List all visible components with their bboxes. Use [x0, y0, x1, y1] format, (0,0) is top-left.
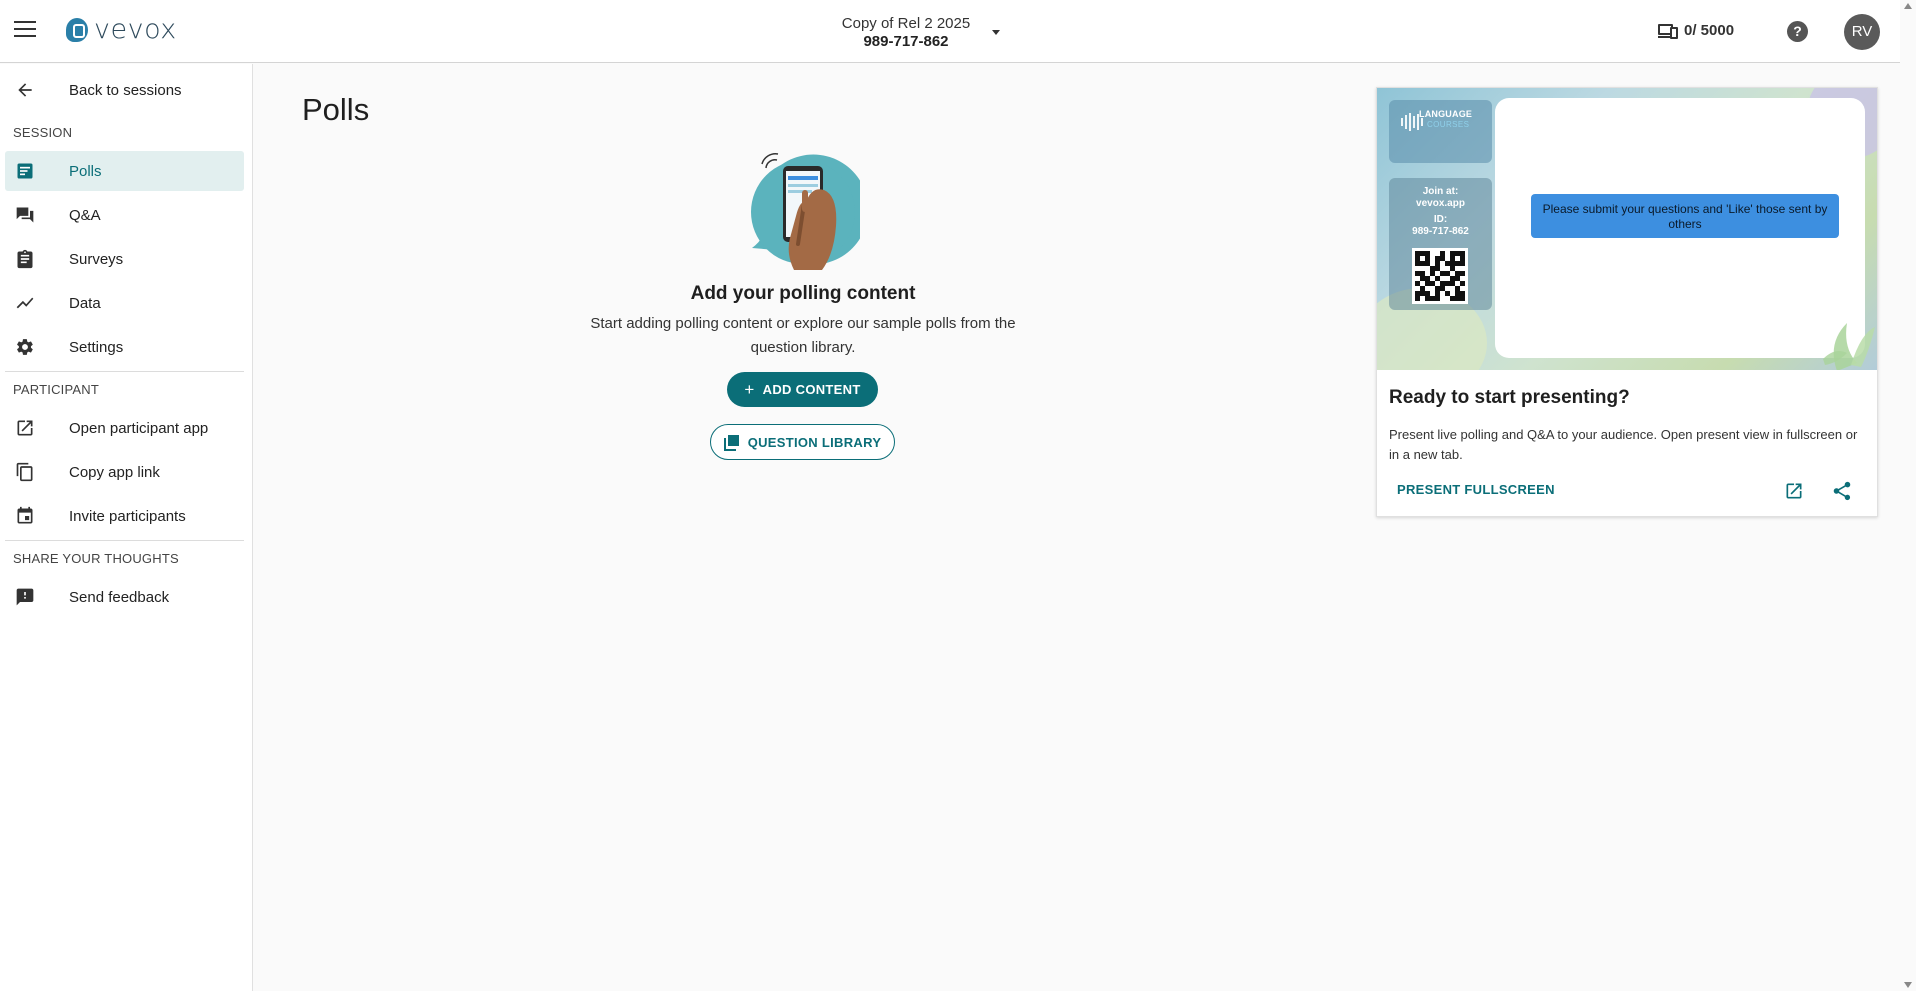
scroll-down-arrow-icon[interactable] — [1904, 982, 1912, 988]
sidebar: Back to sessions SESSION Polls Q&A Surve… — [0, 64, 253, 991]
sidebar-item-label: Send feedback — [69, 588, 170, 606]
sidebar-item-label: Invite participants — [69, 507, 186, 525]
brand-title: LANGUAGE — [1419, 109, 1473, 119]
sidebar-divider — [5, 540, 244, 541]
open-new-tab-icon[interactable] — [1784, 481, 1804, 501]
sidebar-item-copy-app-link[interactable]: Copy app link — [5, 452, 244, 492]
session-code: 989-717-862 — [863, 33, 949, 50]
sidebar-item-data[interactable]: Data — [5, 283, 244, 323]
join-id-value: 989-717-862 — [1412, 226, 1469, 237]
session-name: Copy of Rel 2 2025 — [841, 15, 971, 32]
page-scrollbar[interactable] — [1900, 0, 1916, 991]
add-content-label: ADD CONTENT — [762, 382, 861, 397]
copy-icon — [16, 462, 33, 482]
question-library-label: QUESTION LIBRARY — [747, 434, 882, 450]
user-avatar[interactable]: RV — [1844, 14, 1880, 50]
sidebar-item-surveys[interactable]: Surveys — [5, 239, 244, 279]
sidebar-item-invite-participants[interactable]: Invite participants — [5, 496, 244, 536]
sidebar-item-settings[interactable]: Settings — [5, 327, 244, 367]
back-to-sessions-link[interactable]: Back to sessions — [5, 70, 244, 110]
sidebar-item-label: Data — [69, 294, 101, 312]
session-section-label: SESSION — [13, 125, 73, 140]
participant-count-value: 0/ 5000 — [1684, 22, 1735, 39]
gear-icon — [17, 339, 33, 355]
top-bar: vevox Copy of Rel 2 2025 989-717-862 0/ … — [0, 0, 1900, 63]
sidebar-item-qa[interactable]: Q&A — [5, 195, 244, 235]
decorative-leaf-icon — [1823, 323, 1875, 370]
page-title: Polls — [302, 92, 370, 127]
sidebar-item-label: Settings — [69, 338, 124, 356]
participant-count: 0/ 5000 — [1658, 22, 1734, 39]
join-id-label: ID: — [1433, 214, 1448, 225]
slide-preview: Please submit your questions and 'Like' … — [1495, 98, 1865, 358]
library-icon — [723, 435, 739, 451]
sidebar-item-label: Q&A — [69, 206, 101, 224]
devices-icon — [1658, 23, 1678, 39]
join-at-label: Join at: — [1422, 186, 1459, 197]
session-selector[interactable]: Copy of Rel 2 2025 989-717-862 — [760, 15, 1052, 50]
present-fullscreen-button[interactable]: PRESENT FULLSCREEN — [1397, 482, 1555, 497]
plus-icon: + — [744, 380, 755, 399]
caret-down-icon[interactable] — [992, 30, 1000, 35]
share-icon[interactable] — [1831, 480, 1853, 502]
sidebar-item-label: Open participant app — [69, 419, 209, 437]
sidebar-divider — [5, 371, 244, 372]
polls-icon — [17, 163, 33, 179]
vevox-logo[interactable]: vevox — [66, 14, 177, 45]
present-preview[interactable]: LANGUAGE COURSES Join at: vevox.app ID: … — [1377, 88, 1877, 370]
brand-subtitle: COURSES — [1427, 120, 1470, 129]
scroll-up-arrow-icon[interactable] — [1904, 3, 1912, 9]
open-external-icon — [17, 420, 33, 436]
qr-code — [1412, 248, 1468, 304]
present-card-title: Ready to start presenting? — [1389, 387, 1630, 408]
help-icon[interactable]: ? — [1787, 21, 1808, 42]
sidebar-item-polls[interactable]: Polls — [5, 151, 244, 191]
qa-icon — [16, 207, 34, 223]
sidebar-item-label: Surveys — [69, 250, 124, 268]
calendar-icon — [17, 506, 33, 524]
sidebar-item-send-feedback[interactable]: Send feedback — [5, 577, 244, 617]
vevox-logo-mark — [66, 18, 88, 42]
back-to-sessions-label: Back to sessions — [69, 81, 182, 99]
empty-state-description: Start adding polling content or explore … — [590, 315, 1016, 356]
feedback-section-label: SHARE YOUR THOUGHTS — [13, 551, 179, 566]
sidebar-item-label: Copy app link — [69, 463, 160, 481]
menu-icon[interactable] — [14, 21, 36, 37]
chart-line-icon — [16, 297, 34, 309]
vevox-logo-text: vevox — [94, 14, 177, 45]
present-card: LANGUAGE COURSES Join at: vevox.app ID: … — [1376, 87, 1878, 517]
feedback-icon — [16, 588, 34, 606]
question-library-button[interactable]: QUESTION LIBRARY — [710, 424, 895, 460]
add-content-button[interactable]: + ADD CONTENT — [727, 372, 878, 407]
sidebar-item-open-participant-app[interactable]: Open participant app — [5, 408, 244, 448]
join-url: vevox.app — [1416, 198, 1465, 209]
slide-message: Please submit your questions and 'Like' … — [1531, 194, 1839, 238]
empty-state-heading: Add your polling content — [690, 283, 916, 304]
present-card-description: Present live polling and Q&A to your aud… — [1389, 427, 1858, 462]
join-info: Join at: vevox.app ID: 989-717-862 — [1389, 178, 1492, 310]
participant-section-label: PARTICIPANT — [13, 382, 99, 397]
sidebar-item-label: Polls — [69, 162, 102, 180]
brand-logo: LANGUAGE COURSES — [1389, 100, 1492, 163]
phone-poll-illustration-icon — [751, 153, 860, 270]
arrow-left-icon — [18, 83, 32, 97]
clipboard-icon — [17, 249, 33, 269]
